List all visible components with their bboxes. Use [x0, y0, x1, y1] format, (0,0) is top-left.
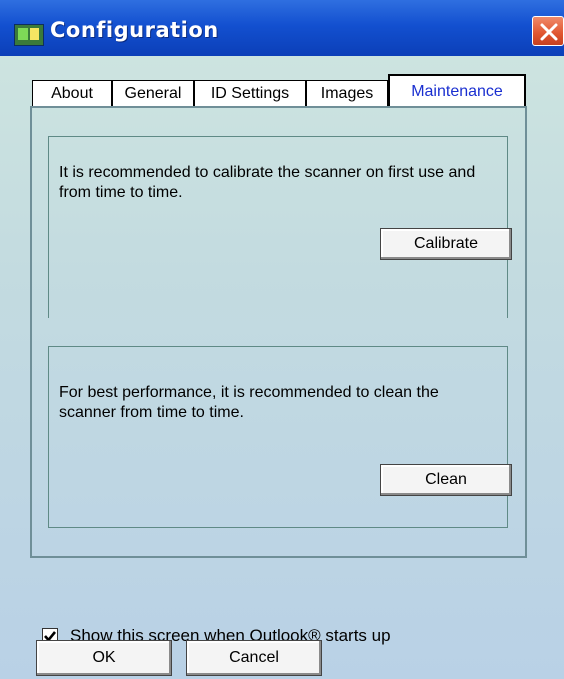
window-title: Configuration: [50, 18, 219, 42]
calibrate-description: It is recommended to calibrate the scann…: [59, 164, 476, 201]
tab-about[interactable]: About: [32, 80, 112, 108]
scanner-app-icon: [14, 24, 44, 46]
close-icon: [540, 23, 558, 41]
maintenance-panel: It is recommended to calibrate the scann…: [30, 106, 527, 558]
tab-general[interactable]: General: [112, 80, 194, 108]
clean-group: For best performance, it is recommended …: [48, 346, 508, 528]
ok-button[interactable]: OK: [36, 640, 172, 676]
clean-button[interactable]: Clean: [380, 464, 512, 496]
tab-images[interactable]: Images: [306, 80, 388, 108]
tab-id-settings[interactable]: ID Settings: [194, 80, 306, 108]
calibrate-group: It is recommended to calibrate the scann…: [48, 136, 508, 318]
title-bar[interactable]: Configuration: [0, 0, 564, 56]
clean-description: For best performance, it is recommended …: [59, 384, 439, 421]
tab-maintenance[interactable]: Maintenance: [388, 74, 526, 108]
close-button[interactable]: [532, 16, 564, 46]
cancel-button[interactable]: Cancel: [186, 640, 322, 676]
calibrate-button[interactable]: Calibrate: [380, 228, 512, 260]
configuration-dialog: Configuration About General ID Settings …: [0, 0, 564, 679]
